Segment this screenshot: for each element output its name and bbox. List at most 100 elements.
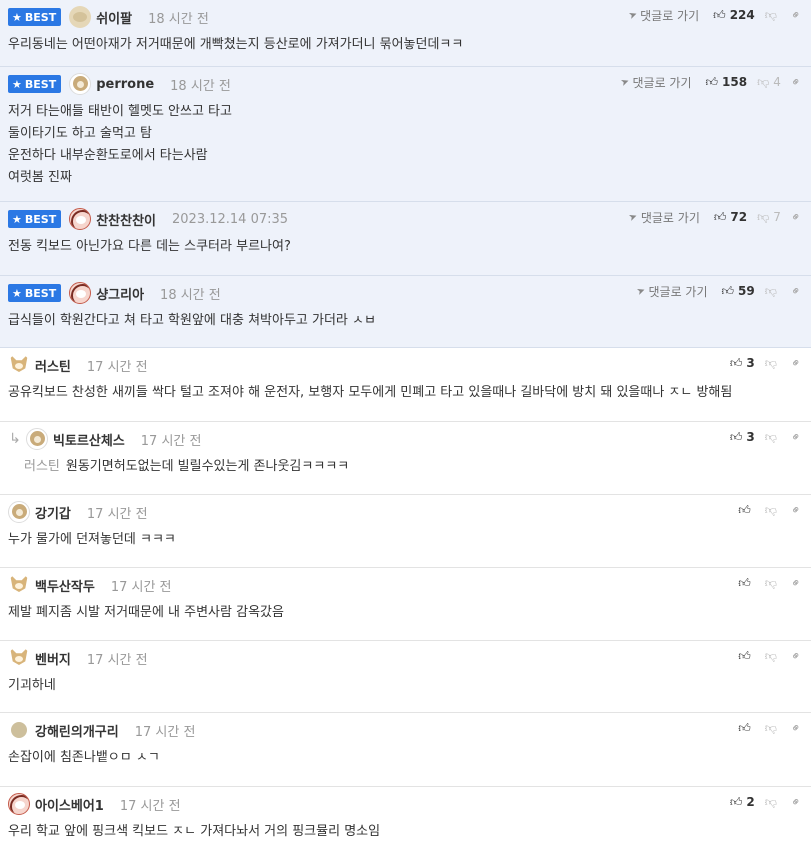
comment-meta: 강기갑 17 시간 전 [8,501,148,523]
comment-text: 전동 킥보드 아닌가요 다른 데는 스쿠터라 부르나여? [8,239,291,254]
thumbs-up-icon: 👍︎ [705,74,719,89]
thumbs-down-icon: 👎︎ [764,575,777,590]
avatar[interactable] [69,73,92,95]
like-button[interactable]: 👍︎ [738,503,755,518]
thumbs-down-icon: 👎︎ [764,648,777,663]
dislike-button[interactable]: 👎︎ [765,721,781,736]
avatar[interactable] [8,501,30,523]
dislike-button[interactable]: 👎︎ [765,356,781,371]
comment-header: 러스틴 17 시간 전 👍︎ 3 👎︎ ⚭ [0,348,811,378]
like-button[interactable]: 👍︎ [738,721,755,736]
comment-header: 백두산작두 17 시간 전 👍︎ 👎︎ ⚭ [0,568,811,598]
comment-body: 전동 킥보드 아닌가요 다른 데는 스쿠터라 부르나여? [0,232,811,268]
avatar[interactable] [69,208,92,230]
comment-actions: 👍︎ 👎︎ ⚭ [738,500,804,520]
dislike-button[interactable]: 👎︎ [765,284,781,299]
comment-time: 17 시간 전 [110,579,172,595]
dislike-button[interactable]: 👎︎ [765,8,781,23]
comment-list: ★ BEST 쉬이팔 18 시간 전 ➤ 댓글로 가기 👍︎ 224 👎︎ ⚭ 우리동네는 어떤아재… [0,0,811,858]
reply-comment: ↳ 빅토르산체스 17 시간 전 👍︎ 3 👎︎ ⚭ 러스틴 원동기면허도없는데 빌릴수있는게 … [0,422,811,495]
comment-actions: 👍︎ 3 👎︎ ⚭ [730,427,805,447]
avatar[interactable] [8,647,30,669]
like-button[interactable]: 👍︎ 72 [714,210,747,225]
author-nickname[interactable]: 쉬이팔 [96,8,132,27]
link-icon[interactable]: ⚭ [787,719,804,736]
thumbs-up-icon: 👍︎ [729,429,743,444]
comment-time: 2023.12.14 07:35 [172,211,289,227]
dislike-button[interactable]: 👎︎ 7 [757,210,781,225]
link-icon[interactable]: ⚭ [787,647,804,664]
like-button[interactable]: 👍︎ 224 [713,8,755,23]
goto-reply-button[interactable]: ➤ 댓글로 가기 [635,283,707,300]
like-button[interactable]: 👍︎ [738,576,755,591]
dislike-button[interactable]: 👎︎ [765,576,781,591]
link-icon[interactable]: ⚭ [787,793,804,810]
dislike-button[interactable]: 👎︎ [765,430,781,445]
like-button[interactable]: 👍︎ 3 [730,430,755,445]
goto-reply-button[interactable]: ➤ 댓글로 가기 [627,7,699,24]
link-icon[interactable]: ⚭ [787,73,804,90]
comment-text: 러스틴 원동기면허도없는데 빌릴수있는게 존나웃김ㅋㅋㅋㅋ [24,459,350,474]
comment-header: 강기갑 17 시간 전 👍︎ 👎︎ ⚭ [0,495,811,525]
comment-time: 18 시간 전 [170,78,231,94]
link-icon[interactable]: ⚭ [787,6,804,23]
dislike-button[interactable]: 👎︎ [765,649,781,664]
author-nickname[interactable]: perrone [96,77,154,92]
like-button[interactable]: 👍︎ 158 [706,75,748,90]
author-nickname[interactable]: 아이스베어1 [35,795,104,814]
mentioned-user[interactable]: 러스틴 [24,459,60,474]
best-badge-label: BEST [24,212,57,226]
paper-plane-icon: ➤ [635,284,648,298]
avatar[interactable] [11,722,27,738]
comment-body: 공유킥보드 찬성한 새끼들 싹다 털고 조져야 해 운전자, 보행자 모두에게 … [0,378,811,414]
author-nickname[interactable]: 찬찬찬찬이 [96,210,156,229]
comment-time: 17 시간 전 [119,798,181,814]
like-count: 3 [746,356,755,370]
comment-actions: 👍︎ 👎︎ ⚭ [738,573,804,593]
avatar[interactable] [8,354,30,376]
author-nickname[interactable]: 백두산작두 [35,576,95,595]
link-icon[interactable]: ⚭ [787,428,804,445]
link-icon[interactable]: ⚭ [787,501,804,518]
author-nickname[interactable]: 강해린의개구리 [35,721,119,740]
link-icon[interactable]: ⚭ [787,282,804,299]
thumbs-up-icon: 👍︎ [729,794,743,809]
dislike-button[interactable]: 👎︎ 4 [757,75,781,90]
goto-reply-button[interactable]: ➤ 댓글로 가기 [628,209,700,226]
comment-body: 우리 학교 앞에 핑크색 킥보드 ㅈㄴ 가져다놔서 거의 핑크뮬리 명소임 [0,817,811,853]
best-badge: ★ BEST [8,210,62,228]
like-button[interactable]: 👍︎ 2 [730,795,755,810]
link-icon[interactable]: ⚭ [787,354,804,371]
thumbs-down-icon: 👎︎ [764,794,777,809]
thumbs-up-icon: 👍︎ [729,355,743,370]
link-icon[interactable]: ⚭ [787,574,804,591]
comment-body: 기괴하네 [0,671,811,707]
avatar[interactable] [8,574,30,596]
comment-time: 17 시간 전 [86,359,148,375]
dislike-count: 7 [773,210,781,224]
author-nickname[interactable]: 빅토르산체스 [53,430,125,449]
like-button[interactable]: 👍︎ 3 [730,356,755,371]
author-nickname[interactable]: 벤버지 [35,649,71,668]
avatar[interactable] [69,282,92,304]
avatar[interactable] [26,428,48,450]
author-nickname[interactable]: 강기갑 [35,503,71,522]
star-icon: ★ [12,77,22,91]
dislike-button[interactable]: 👎︎ [765,503,781,518]
author-nickname[interactable]: 샹그리아 [96,284,144,303]
like-count: 72 [730,210,748,224]
best-badge: ★ BEST [8,8,62,26]
comment-actions: ➤ 댓글로 가기 👍︎ 59 👎︎ ⚭ [635,281,804,301]
like-button[interactable]: 👍︎ [738,649,755,664]
dislike-button[interactable]: 👎︎ [765,795,781,810]
comment-header: ↳ 빅토르산체스 17 시간 전 👍︎ 3 👎︎ ⚭ [0,422,811,452]
comment-text: 제발 폐지좀 시발 저거때문에 내 주변사람 감옥갔음 [8,605,284,620]
avatar[interactable] [8,793,30,815]
link-icon[interactable]: ⚭ [787,208,804,225]
comment-text: 기괴하네 [8,678,56,693]
goto-reply-label: 댓글로 가기 [632,75,692,90]
avatar[interactable] [69,6,92,28]
author-nickname[interactable]: 러스틴 [35,356,71,375]
goto-reply-button[interactable]: ➤ 댓글로 가기 [619,74,692,91]
like-button[interactable]: 👍︎ 59 [722,284,755,299]
